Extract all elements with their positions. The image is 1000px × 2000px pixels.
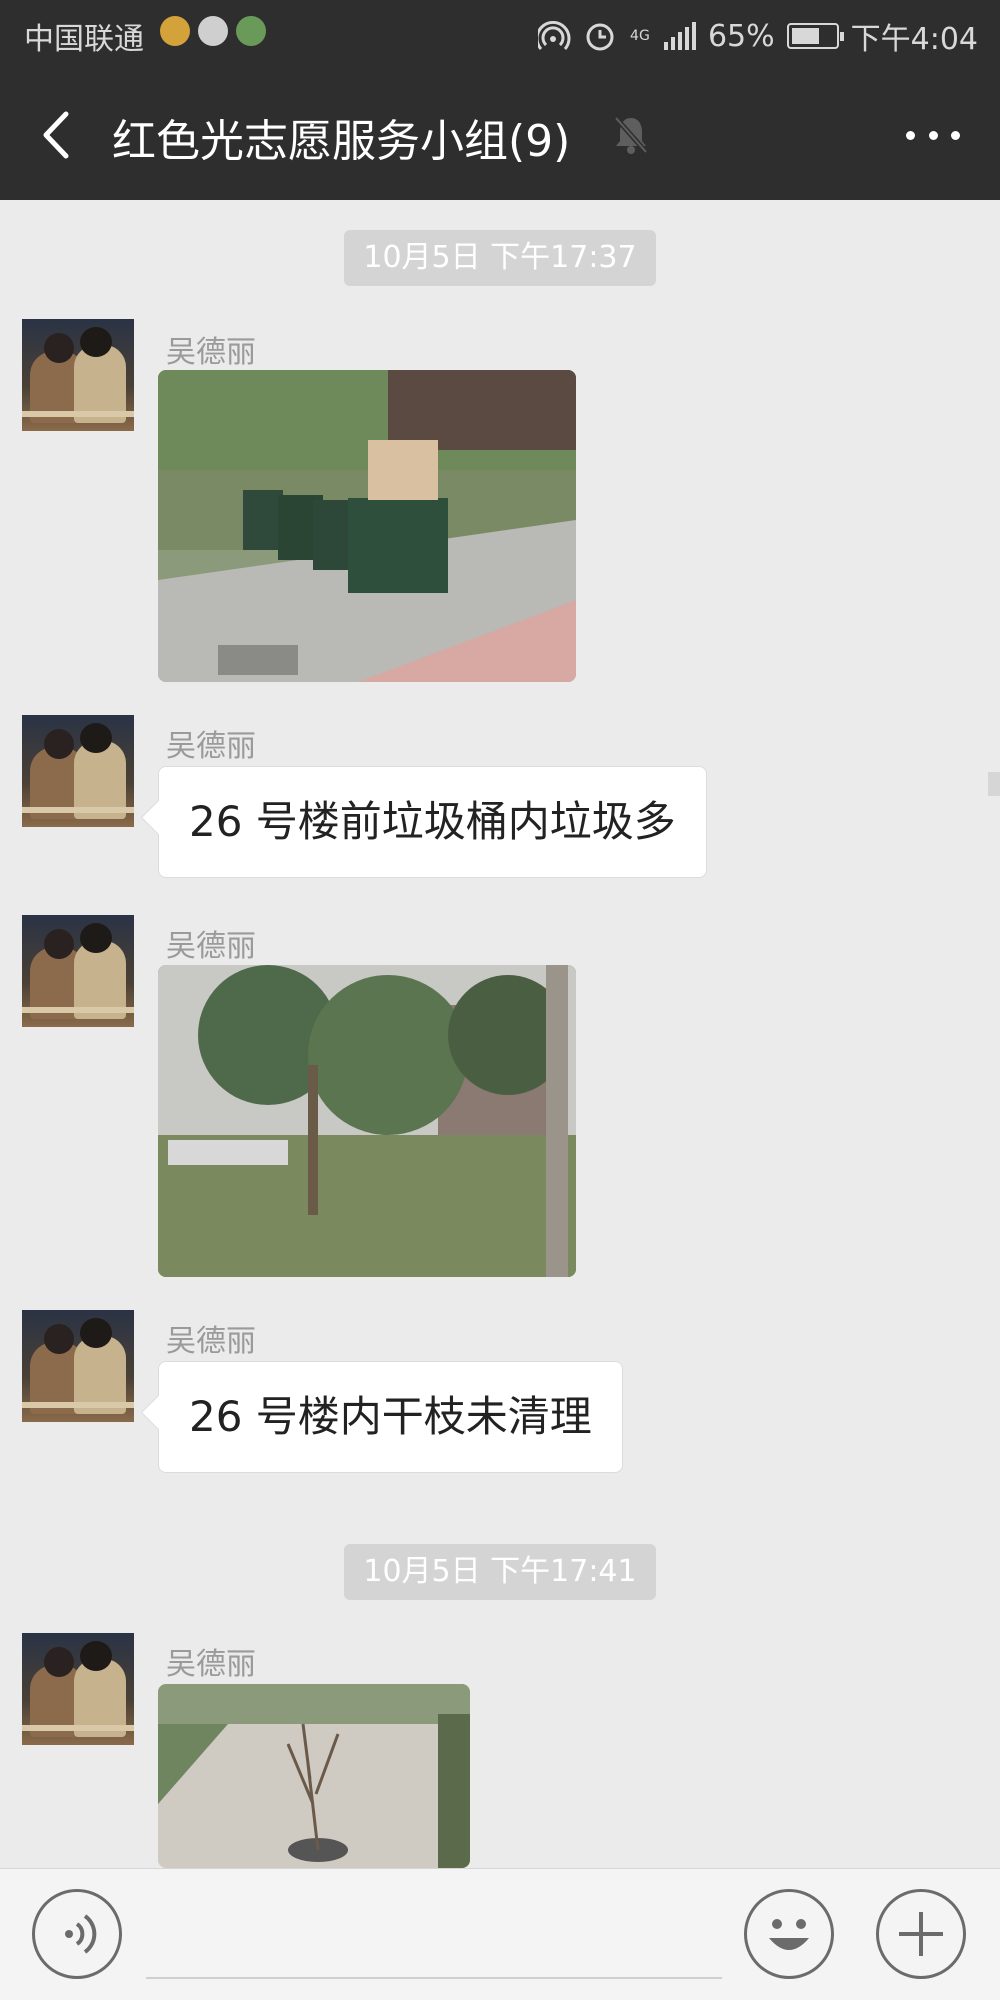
app-notification-icon bbox=[236, 16, 266, 46]
timestamp-pill: 10月5日 下午17:37 bbox=[344, 230, 656, 286]
emoji-icon[interactable] bbox=[744, 1889, 834, 1979]
hotspot-icon bbox=[537, 21, 571, 50]
sender-name: 吴德丽 bbox=[166, 1647, 256, 1682]
avatar[interactable] bbox=[22, 1310, 134, 1422]
wechat-icon bbox=[198, 16, 228, 46]
scrollbar-thumb[interactable] bbox=[988, 772, 1000, 796]
back-arrow-icon[interactable] bbox=[32, 108, 82, 162]
network-type: 4G bbox=[630, 28, 650, 44]
battery-percent: 65% bbox=[707, 18, 775, 54]
avatar[interactable] bbox=[22, 1633, 134, 1745]
message-app-icon bbox=[160, 16, 190, 46]
smiley-face-icon bbox=[769, 1919, 809, 1950]
chat-header: 红色光志愿服务小组(9) bbox=[0, 68, 1000, 200]
timestamp-pill: 10月5日 下午17:41 bbox=[344, 1544, 656, 1600]
voice-icon[interactable] bbox=[32, 1889, 122, 1979]
sender-name: 吴德丽 bbox=[166, 1324, 256, 1359]
image-message-trash-bins[interactable] bbox=[158, 370, 576, 682]
voice-wave-icon bbox=[65, 1914, 97, 1954]
alarm-icon bbox=[586, 23, 614, 51]
status-bar: 中国联通 4G 65% 下午4:04 bbox=[0, 0, 1000, 68]
more-icon[interactable] bbox=[906, 120, 960, 150]
chat-title: 红色光志愿服务小组(9) bbox=[112, 116, 571, 167]
sender-name: 吴德丽 bbox=[166, 729, 256, 764]
plus-sign-icon bbox=[899, 1912, 943, 1956]
carrier-name: 中国联通 bbox=[24, 22, 144, 57]
image-message-branch[interactable] bbox=[158, 1684, 470, 1868]
sender-name: 吴德丽 bbox=[166, 929, 256, 964]
battery-icon bbox=[786, 23, 844, 49]
mute-bell-icon bbox=[614, 116, 648, 154]
message-input[interactable] bbox=[146, 1891, 722, 1979]
avatar[interactable] bbox=[22, 319, 134, 431]
plus-icon[interactable] bbox=[876, 1889, 966, 1979]
text-message-bubble[interactable]: 26 号楼内干枝未清理 bbox=[158, 1361, 623, 1473]
input-bar bbox=[0, 1868, 1000, 2000]
sender-name: 吴德丽 bbox=[166, 335, 256, 370]
signal-icon bbox=[663, 22, 696, 50]
notification-icons bbox=[160, 16, 266, 46]
battery-fill bbox=[791, 28, 819, 44]
avatar[interactable] bbox=[22, 715, 134, 827]
status-time: 下午4:04 bbox=[850, 22, 978, 57]
image-message-trees[interactable] bbox=[158, 965, 576, 1277]
text-message-bubble[interactable]: 26 号楼前垃圾桶内垃圾多 bbox=[158, 766, 707, 878]
avatar[interactable] bbox=[22, 915, 134, 1027]
status-right: 4G 65% 下午4:04 bbox=[537, 14, 978, 58]
